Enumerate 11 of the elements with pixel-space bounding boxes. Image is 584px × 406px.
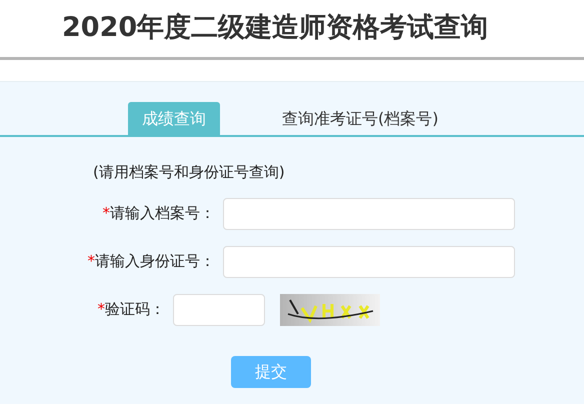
tab[interactable]: 查询准考证号(档案号): [268, 102, 452, 135]
field-label: *请输入档案号：: [102, 203, 215, 224]
captcha-field[interactable]: [173, 294, 265, 326]
page-title: 2020年度二级建造师资格考试查询: [62, 12, 488, 45]
submit-button[interactable]: 提交: [231, 356, 311, 388]
tab[interactable]: 成绩查询: [128, 102, 220, 135]
field-label: *验证码：: [96, 299, 165, 320]
hint-text: (请用档案号和身份证号查询): [92, 162, 286, 183]
field-label: *请输入身份证号：: [86, 251, 215, 272]
input-field[interactable]: [223, 198, 515, 230]
input-field[interactable]: [223, 246, 515, 278]
